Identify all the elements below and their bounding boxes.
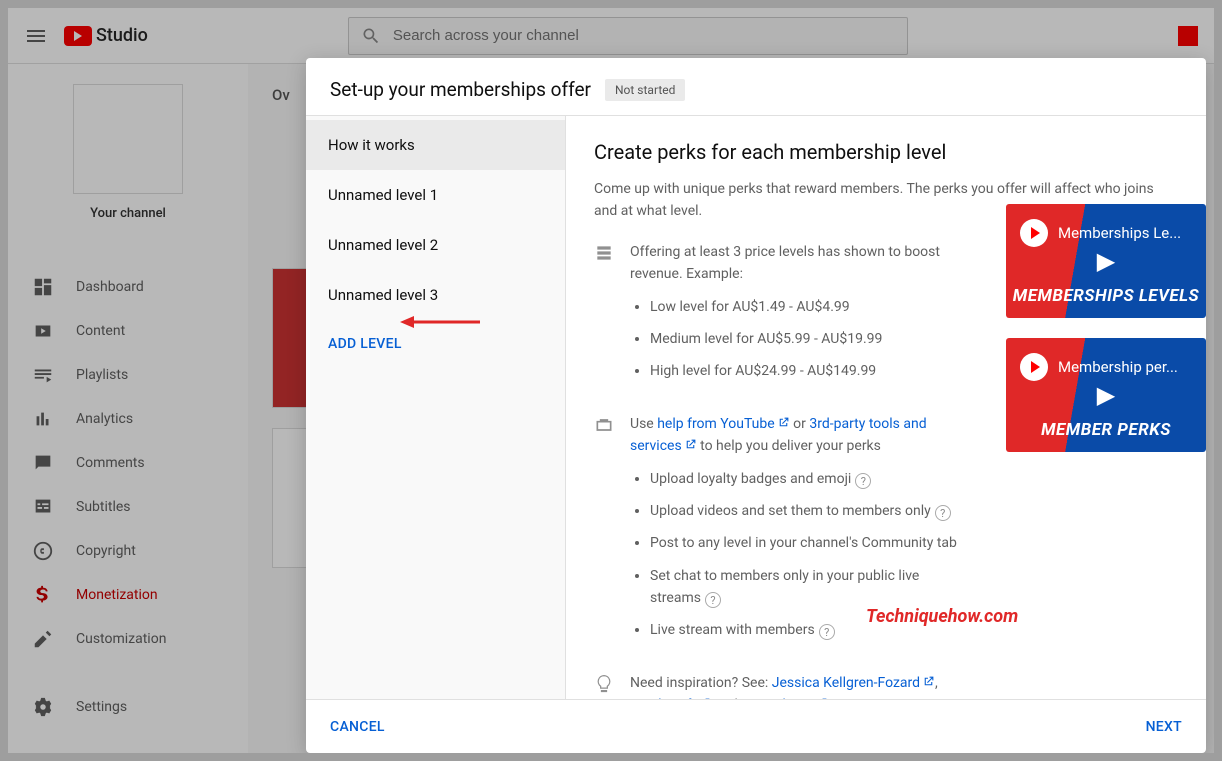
content-heading: Create perks for each membership level bbox=[594, 140, 1178, 164]
tip-inspiration-text: Need inspiration? See: Jessica Kellgren-… bbox=[630, 672, 990, 699]
tip-inspiration: Need inspiration? See: Jessica Kellgren-… bbox=[594, 672, 1178, 699]
help-icon[interactable]: ? bbox=[855, 473, 871, 489]
add-level-button[interactable]: ADD LEVEL bbox=[306, 320, 565, 368]
list-item: Upload videos and set them to members on… bbox=[650, 500, 960, 522]
nav-level-1[interactable]: Unnamed level 1 bbox=[306, 170, 565, 220]
nav-how-it-works[interactable]: How it works bbox=[306, 120, 565, 170]
play-icon bbox=[1020, 353, 1048, 381]
lightbulb-icon bbox=[594, 674, 614, 694]
list-item: Low level for AU$1.49 - AU$4.99 bbox=[650, 296, 960, 318]
list-item: Medium level for AU$5.99 - AU$19.99 bbox=[650, 328, 960, 350]
app-frame: Studio Your channel Dashboard Content Pl… bbox=[8, 8, 1214, 753]
levels-icon bbox=[594, 243, 614, 263]
video-card-perks[interactable]: Membership per... ▶ MEMBER PERKS bbox=[1006, 338, 1206, 452]
play-icon bbox=[1020, 219, 1048, 247]
link-creator-1[interactable]: Jessica Kellgren-Fozard bbox=[772, 675, 920, 691]
link-creator-3[interactable]: Nitin Bhatia bbox=[741, 697, 813, 699]
link-help-youtube[interactable]: help from YouTube bbox=[657, 416, 774, 432]
watermark-text: Techniquehow.com bbox=[866, 606, 1018, 627]
toolbox-icon bbox=[594, 415, 614, 435]
next-button[interactable]: NEXT bbox=[1146, 719, 1182, 735]
modal-body: How it works Unnamed level 1 Unnamed lev… bbox=[306, 116, 1206, 699]
list-item: Post to any level in your channel's Comm… bbox=[650, 532, 960, 554]
list-item: High level for AU$24.99 - AU$149.99 bbox=[650, 360, 960, 382]
external-link-icon bbox=[684, 436, 697, 449]
help-icon[interactable]: ? bbox=[819, 624, 835, 640]
cancel-button[interactable]: CANCEL bbox=[330, 719, 385, 735]
tip-pricing-text: Offering at least 3 price levels has sho… bbox=[630, 241, 960, 393]
help-icon[interactable]: ? bbox=[705, 592, 721, 608]
modal-side-nav: How it works Unnamed level 1 Unnamed lev… bbox=[306, 116, 566, 699]
modal-header: Set-up your memberships offer Not starte… bbox=[306, 58, 1206, 116]
play-overlay-icon: ▶ bbox=[1097, 247, 1115, 275]
play-overlay-icon: ▶ bbox=[1097, 381, 1115, 409]
modal-footer: CANCEL NEXT bbox=[306, 699, 1206, 753]
modal-title: Set-up your memberships offer bbox=[330, 78, 591, 101]
external-link-icon bbox=[777, 414, 790, 427]
list-item: Upload loyalty badges and emoji? bbox=[650, 468, 960, 490]
nav-level-2[interactable]: Unnamed level 2 bbox=[306, 220, 565, 270]
modal-content: Create perks for each membership level C… bbox=[566, 116, 1206, 699]
external-link-icon bbox=[698, 695, 711, 699]
video-card-levels[interactable]: Memberships Le... ▶ MEMBERSHIPS LEVELS bbox=[1006, 204, 1206, 318]
help-icon[interactable]: ? bbox=[935, 505, 951, 521]
video-card-column: Memberships Le... ▶ MEMBERSHIPS LEVELS M… bbox=[1006, 204, 1206, 472]
status-badge: Not started bbox=[605, 79, 685, 101]
external-link-icon bbox=[922, 673, 935, 686]
list-item: Set chat to members only in your public … bbox=[650, 565, 960, 610]
link-creator-2[interactable]: KreekCraft bbox=[630, 697, 696, 699]
memberships-modal: Set-up your memberships offer Not starte… bbox=[306, 58, 1206, 753]
external-link-icon bbox=[815, 695, 828, 699]
nav-level-3[interactable]: Unnamed level 3 bbox=[306, 270, 565, 320]
